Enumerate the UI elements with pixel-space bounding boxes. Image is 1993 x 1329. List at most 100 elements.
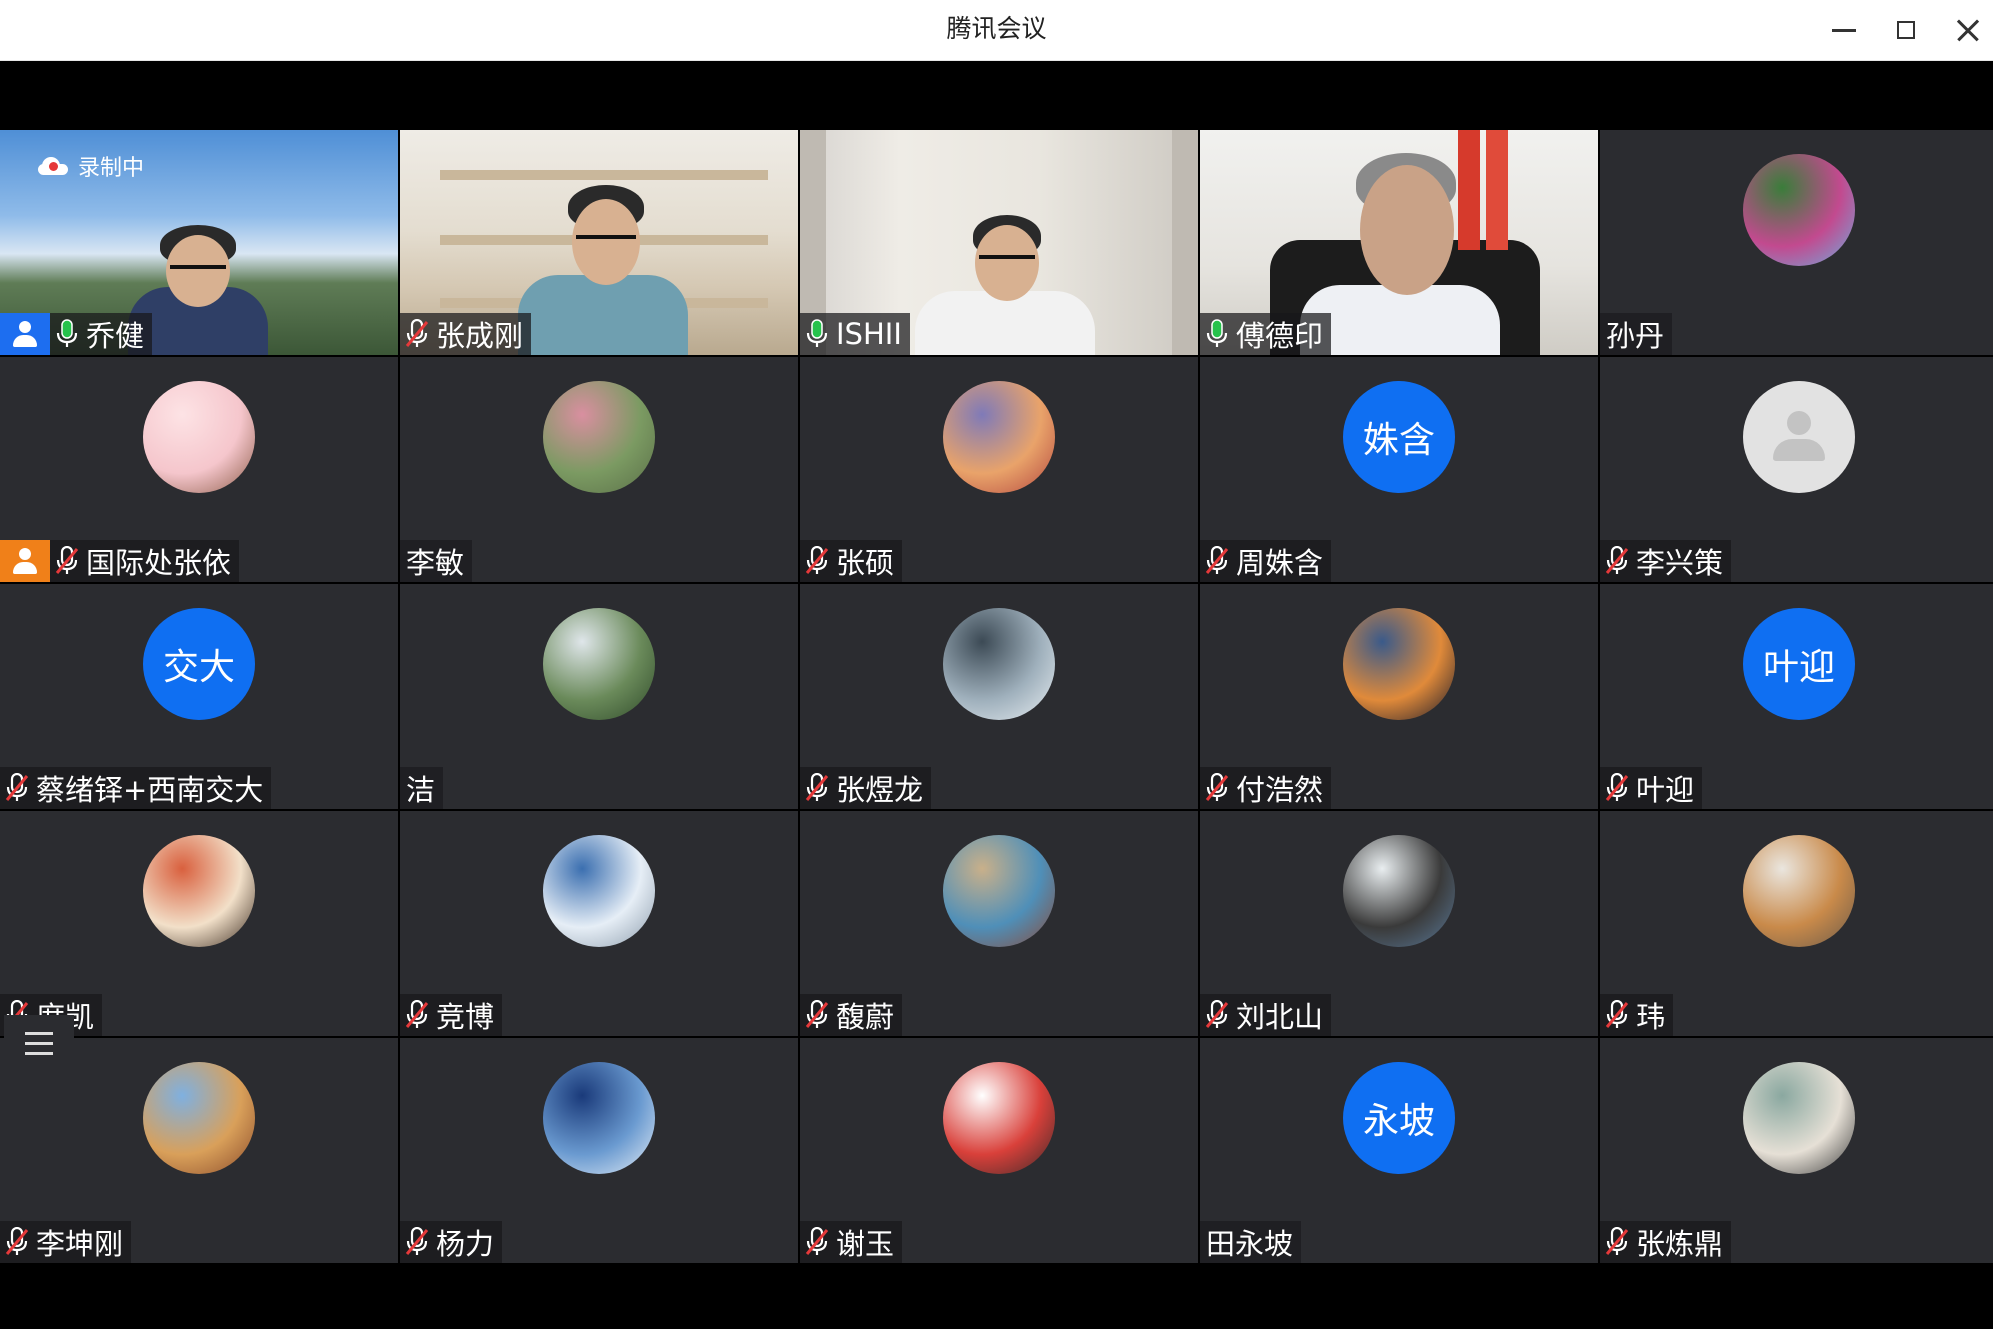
microphone-muted-icon (800, 540, 834, 582)
cloud-record-icon (38, 157, 68, 175)
member-list-button[interactable] (4, 1015, 74, 1071)
participant-name: 馥蔚 (836, 1000, 895, 1034)
participant-tile[interactable]: 叶迎 叶迎 (1600, 584, 1993, 809)
participant-tile[interactable]: 永坡 田永坡 (1200, 1038, 1598, 1263)
microphone-muted-icon (1200, 994, 1234, 1036)
participant-tile[interactable]: 录制中乔健 (0, 130, 398, 355)
cohost-user-icon (0, 540, 50, 582)
avatar (543, 1062, 655, 1174)
participant-tile[interactable]: 李敏 (400, 357, 798, 582)
microphone-muted-icon (0, 767, 34, 809)
participant-name-bar: 周姝含 (1200, 540, 1332, 582)
avatar (1743, 381, 1855, 493)
microphone-muted-icon (1600, 767, 1634, 809)
participant-name-bar: 李敏 (400, 540, 473, 582)
avatar: 姝含 (1343, 381, 1455, 493)
participant-name: 叶迎 (1636, 773, 1695, 807)
avatar (943, 381, 1055, 493)
participant-tile[interactable]: 交大蔡绪铎+西南交大 (0, 584, 398, 809)
avatar: 叶迎 (1743, 608, 1855, 720)
participant-tile[interactable]: 国际处张依 (0, 357, 398, 582)
participant-tile[interactable]: 付浩然 (1200, 584, 1598, 809)
participant-name: 玮 (1636, 1000, 1666, 1034)
participant-tile[interactable]: ISHII (800, 130, 1198, 355)
participant-name: 傅德印 (1236, 319, 1324, 353)
participant-name: 李坤刚 (36, 1227, 124, 1261)
avatar (943, 1062, 1055, 1174)
participant-name-bar: 馥蔚 (800, 994, 903, 1036)
participant-tile[interactable]: 席凯 (0, 811, 398, 1036)
participant-name-bar: 孙丹 (1600, 313, 1673, 355)
avatar (543, 608, 655, 720)
participant-name-bar: 傅德印 (1200, 313, 1332, 355)
maximize-icon (1897, 21, 1915, 39)
participant-name-bar: 张煜龙 (800, 767, 932, 809)
participant-name: 孙丹 (1606, 319, 1665, 353)
participant-name-bar: 李坤刚 (0, 1221, 132, 1263)
microphone-muted-icon (1200, 540, 1234, 582)
participant-name: 张硕 (836, 546, 895, 580)
participant-name: ISHII (836, 317, 902, 351)
microphone-icon (1200, 313, 1234, 355)
participant-tile[interactable]: 竞博 (400, 811, 798, 1036)
participant-name-bar: 谢玉 (800, 1221, 903, 1263)
avatar (943, 608, 1055, 720)
microphone-muted-icon (1600, 540, 1634, 582)
participant-tile[interactable]: 张煜龙 (800, 584, 1198, 809)
participant-name-bar: 叶迎 (1600, 767, 1703, 809)
participant-name: 蔡绪铎+西南交大 (36, 773, 264, 807)
participant-name: 乔健 (86, 319, 145, 353)
participant-tile[interactable]: 李坤刚 (0, 1038, 398, 1263)
microphone-muted-icon (800, 994, 834, 1036)
participant-name: 谢玉 (836, 1227, 895, 1261)
participant-name: 国际处张依 (86, 546, 232, 580)
participant-name-bar: 洁 (400, 767, 444, 809)
participant-tile[interactable]: 张成刚 (400, 130, 798, 355)
window-title: 腾讯会议 (946, 14, 1047, 43)
microphone-muted-icon (800, 1221, 834, 1263)
avatar (1743, 835, 1855, 947)
participant-name-bar: 张成刚 (400, 313, 532, 355)
participant-name: 杨力 (436, 1227, 495, 1261)
participant-tile[interactable]: 姝含周姝含 (1200, 357, 1598, 582)
microphone-muted-icon (400, 1221, 434, 1263)
participant-tile[interactable]: 玮 (1600, 811, 1993, 1036)
avatar-initials: 永坡 (1362, 1101, 1435, 1142)
close-icon (1956, 18, 1980, 42)
microphone-muted-icon (1200, 767, 1234, 809)
microphone-muted-icon (400, 994, 434, 1036)
participant-tile[interactable]: 李兴策 (1600, 357, 1993, 582)
participant-tile[interactable]: 孙丹 (1600, 130, 1993, 355)
avatar: 永坡 (1343, 1062, 1455, 1174)
participant-tile[interactable]: 张硕 (800, 357, 1198, 582)
microphone-muted-icon (800, 767, 834, 809)
microphone-icon (800, 313, 834, 355)
participant-name-bar: 张炼鼎 (1600, 1221, 1732, 1263)
avatar (1743, 154, 1855, 266)
participant-tile[interactable]: 杨力 (400, 1038, 798, 1263)
participant-name-bar: 玮 (1600, 994, 1674, 1036)
avatar-initials: 姝含 (1362, 420, 1435, 461)
participant-name: 李兴策 (1636, 546, 1724, 580)
close-button[interactable] (1939, 0, 1993, 60)
participant-tile[interactable]: 傅德印 (1200, 130, 1598, 355)
avatar-initials: 叶迎 (1762, 647, 1835, 688)
host-user-icon (0, 313, 50, 355)
participant-name-bar: 蔡绪铎+西南交大 (0, 767, 272, 809)
minimize-button[interactable] (1815, 0, 1873, 60)
participant-name: 洁 (406, 773, 436, 807)
participant-tile[interactable]: 张炼鼎 (1600, 1038, 1993, 1263)
participant-tile[interactable]: 洁 (400, 584, 798, 809)
participant-name: 周姝含 (1236, 546, 1324, 580)
participant-name-bar: 国际处张依 (0, 540, 240, 582)
participant-tile[interactable]: 馥蔚 (800, 811, 1198, 1036)
participant-name-bar: 付浩然 (1200, 767, 1332, 809)
avatar (1743, 1062, 1855, 1174)
recording-label: 录制中 (78, 156, 145, 181)
participant-name: 竞博 (436, 1000, 495, 1034)
avatar: 交大 (143, 608, 255, 720)
participant-tile[interactable]: 谢玉 (800, 1038, 1198, 1263)
maximize-button[interactable] (1877, 0, 1935, 60)
recording-indicator: 录制中 (38, 150, 144, 182)
participant-tile[interactable]: 刘北山 (1200, 811, 1598, 1036)
